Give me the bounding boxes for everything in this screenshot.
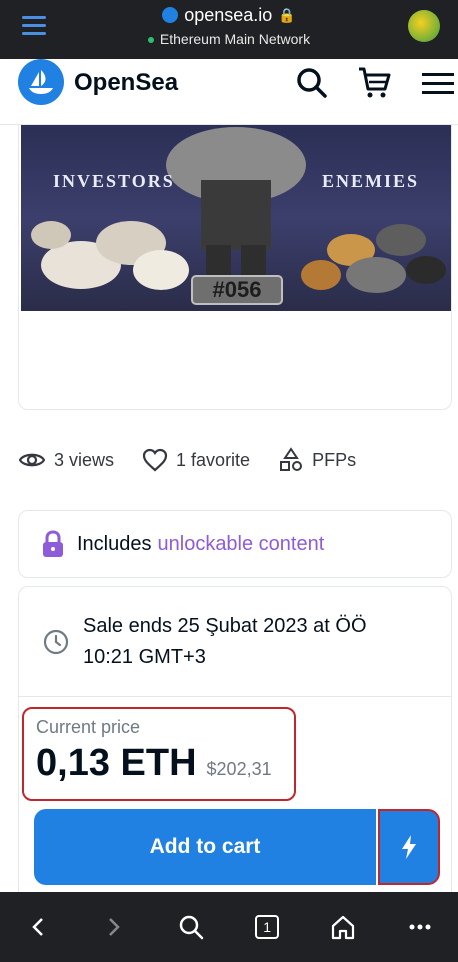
tabs-button[interactable]: 1 bbox=[247, 907, 287, 947]
unlockable-prefix: Includes bbox=[77, 532, 152, 555]
profile-avatar[interactable] bbox=[408, 10, 440, 42]
url-text: opensea.io bbox=[184, 5, 273, 25]
hamburger-menu-icon[interactable] bbox=[420, 65, 456, 101]
sale-ends-text: Sale ends 25 Şubat 2023 at ÖÖ 10:21 GMT+… bbox=[83, 614, 367, 668]
unlockable-link[interactable]: unlockable content bbox=[158, 533, 325, 556]
price-eth: 0,13 ETH bbox=[36, 742, 197, 784]
nft-media-card: Investors Enemies #056 bbox=[18, 125, 452, 410]
buy-now-button[interactable] bbox=[378, 809, 440, 885]
back-arrow-icon bbox=[32, 918, 44, 936]
opensea-logo-icon[interactable] bbox=[18, 59, 64, 105]
browser-bottom-bar: 1 bbox=[0, 892, 458, 962]
cart-icon[interactable] bbox=[356, 65, 392, 101]
search-icon bbox=[179, 915, 204, 940]
nft-image[interactable]: Investors Enemies #056 bbox=[21, 125, 451, 311]
browser-top-bar: opensea.io 🔒 Ethereum Main Network bbox=[0, 0, 458, 59]
forward-arrow-icon bbox=[109, 918, 121, 936]
current-price-box: Current price 0,13 ETH $202,31 bbox=[22, 707, 296, 801]
search-icon[interactable] bbox=[294, 65, 330, 101]
opensea-favicon-icon bbox=[162, 7, 179, 23]
sale-timer: Sale ends 25 Şubat 2023 at ÖÖ 10:21 GMT+… bbox=[19, 587, 451, 697]
network-label: Ethereum Main Network bbox=[159, 31, 311, 47]
back-button[interactable] bbox=[18, 907, 58, 947]
lock-icon bbox=[43, 530, 63, 557]
current-price-label: Current price bbox=[36, 717, 141, 737]
address-bar[interactable]: opensea.io 🔒 Ethereum Main Network bbox=[0, 4, 458, 50]
lightning-icon bbox=[402, 835, 416, 859]
more-button[interactable] bbox=[400, 907, 440, 947]
unlockable-content-card: Includes unlockable content bbox=[18, 510, 452, 578]
views-stat: 3 views bbox=[18, 450, 114, 471]
site-header: OpenSea bbox=[0, 59, 458, 125]
price-usd: $202,31 bbox=[206, 759, 272, 779]
clock-icon bbox=[43, 629, 69, 654]
nft-right-word: Enemies bbox=[321, 171, 419, 191]
lock-icon: 🔒 bbox=[278, 7, 296, 23]
nft-number-badge: #056 bbox=[191, 275, 283, 305]
home-button[interactable] bbox=[323, 907, 363, 947]
browser-search-button[interactable] bbox=[171, 907, 211, 947]
tabs-count: 1 bbox=[255, 915, 280, 939]
home-icon bbox=[332, 915, 355, 940]
forward-button[interactable] bbox=[94, 907, 134, 947]
views-count: 3 views bbox=[54, 449, 115, 470]
shapes-icon bbox=[280, 447, 303, 471]
favorite-stat[interactable]: 1 favorite bbox=[142, 448, 250, 472]
brand-name[interactable]: OpenSea bbox=[74, 69, 178, 97]
add-to-cart-button[interactable]: Add to cart bbox=[34, 809, 376, 885]
eye-icon bbox=[18, 453, 46, 467]
sale-card: Sale ends 25 Şubat 2023 at ÖÖ 10:21 GMT+… bbox=[18, 586, 452, 906]
more-dots-icon bbox=[409, 924, 431, 930]
favorites-count: 1 favorite bbox=[176, 449, 251, 470]
nft-left-word: Investors bbox=[53, 171, 175, 191]
category-stat[interactable]: PFPs bbox=[278, 447, 356, 473]
heart-icon[interactable] bbox=[142, 448, 168, 472]
network-status-icon bbox=[147, 37, 154, 44]
stats-row: 3 views 1 favorite PFPs bbox=[18, 444, 384, 476]
category-label: PFPs bbox=[312, 449, 357, 470]
